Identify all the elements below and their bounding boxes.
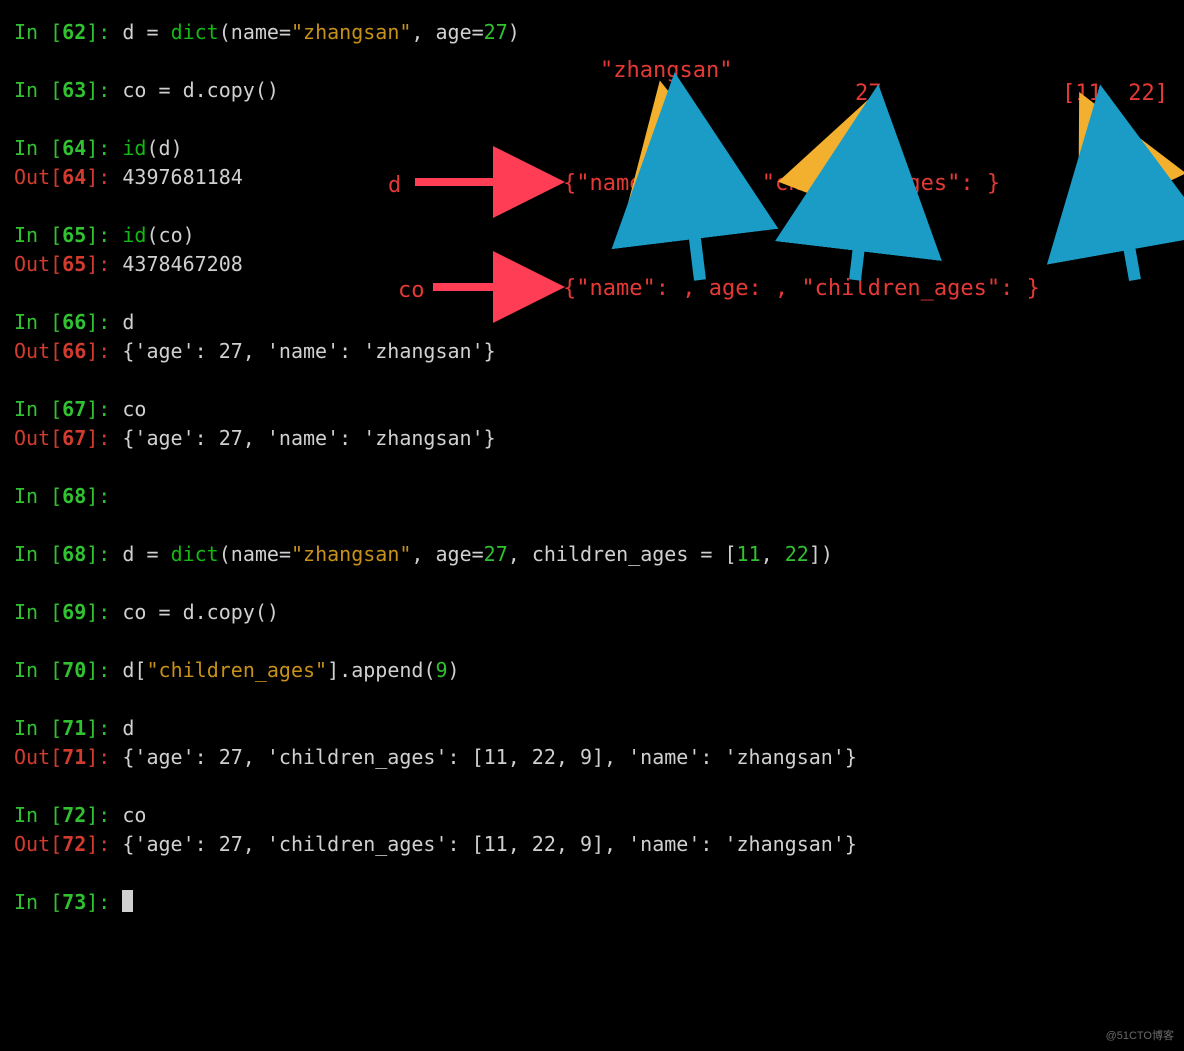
cell-out-66: Out[66]: {'age': 27, 'name': 'zhangsan'} (14, 337, 1170, 366)
cell-out-67: Out[67]: {'age': 27, 'name': 'zhangsan'} (14, 424, 1170, 453)
cell-in-62: In [62]: d = dict(name="zhangsan", age=2… (14, 18, 1170, 47)
cell-in-63: In [63]: co = d.copy() (14, 76, 1170, 105)
cell-in-67: In [67]: co (14, 395, 1170, 424)
cell-in-68: In [68]: d = dict(name="zhangsan", age=2… (14, 540, 1170, 569)
cell-in-66: In [66]: d (14, 308, 1170, 337)
cell-in-64: In [64]: id(d) (14, 134, 1170, 163)
annot-co-dict: {"name": , age: , "children_ages": } (563, 273, 1040, 305)
cell-in-68-empty: In [68]: (14, 482, 1170, 511)
cell-out-72: Out[72]: {'age': 27, 'children_ages': [1… (14, 830, 1170, 859)
annot-zhangsan: "zhangsan" (600, 55, 732, 87)
annot-d-dict: {"name" , age: "children_ages": } (563, 168, 1000, 200)
annot-co-label: co (398, 275, 425, 307)
annot-list: [11, 22] (1062, 78, 1168, 110)
cell-in-73[interactable]: In [73]: (14, 888, 1170, 917)
cell-out-71: Out[71]: {'age': 27, 'children_ages': [1… (14, 743, 1170, 772)
cell-in-72: In [72]: co (14, 801, 1170, 830)
cell-in-65: In [65]: id(co) (14, 221, 1170, 250)
watermark: @51CTO博客 (1106, 1029, 1174, 1045)
annot-d-label: d (388, 170, 401, 202)
terminal-body: In [62]: d = dict(name="zhangsan", age=2… (14, 18, 1170, 917)
cell-in-69: In [69]: co = d.copy() (14, 598, 1170, 627)
annot-27: 27 (855, 78, 882, 110)
cell-in-71: In [71]: d (14, 714, 1170, 743)
cell-in-70: In [70]: d["children_ages"].append(9) (14, 656, 1170, 685)
cursor-icon (122, 890, 133, 912)
